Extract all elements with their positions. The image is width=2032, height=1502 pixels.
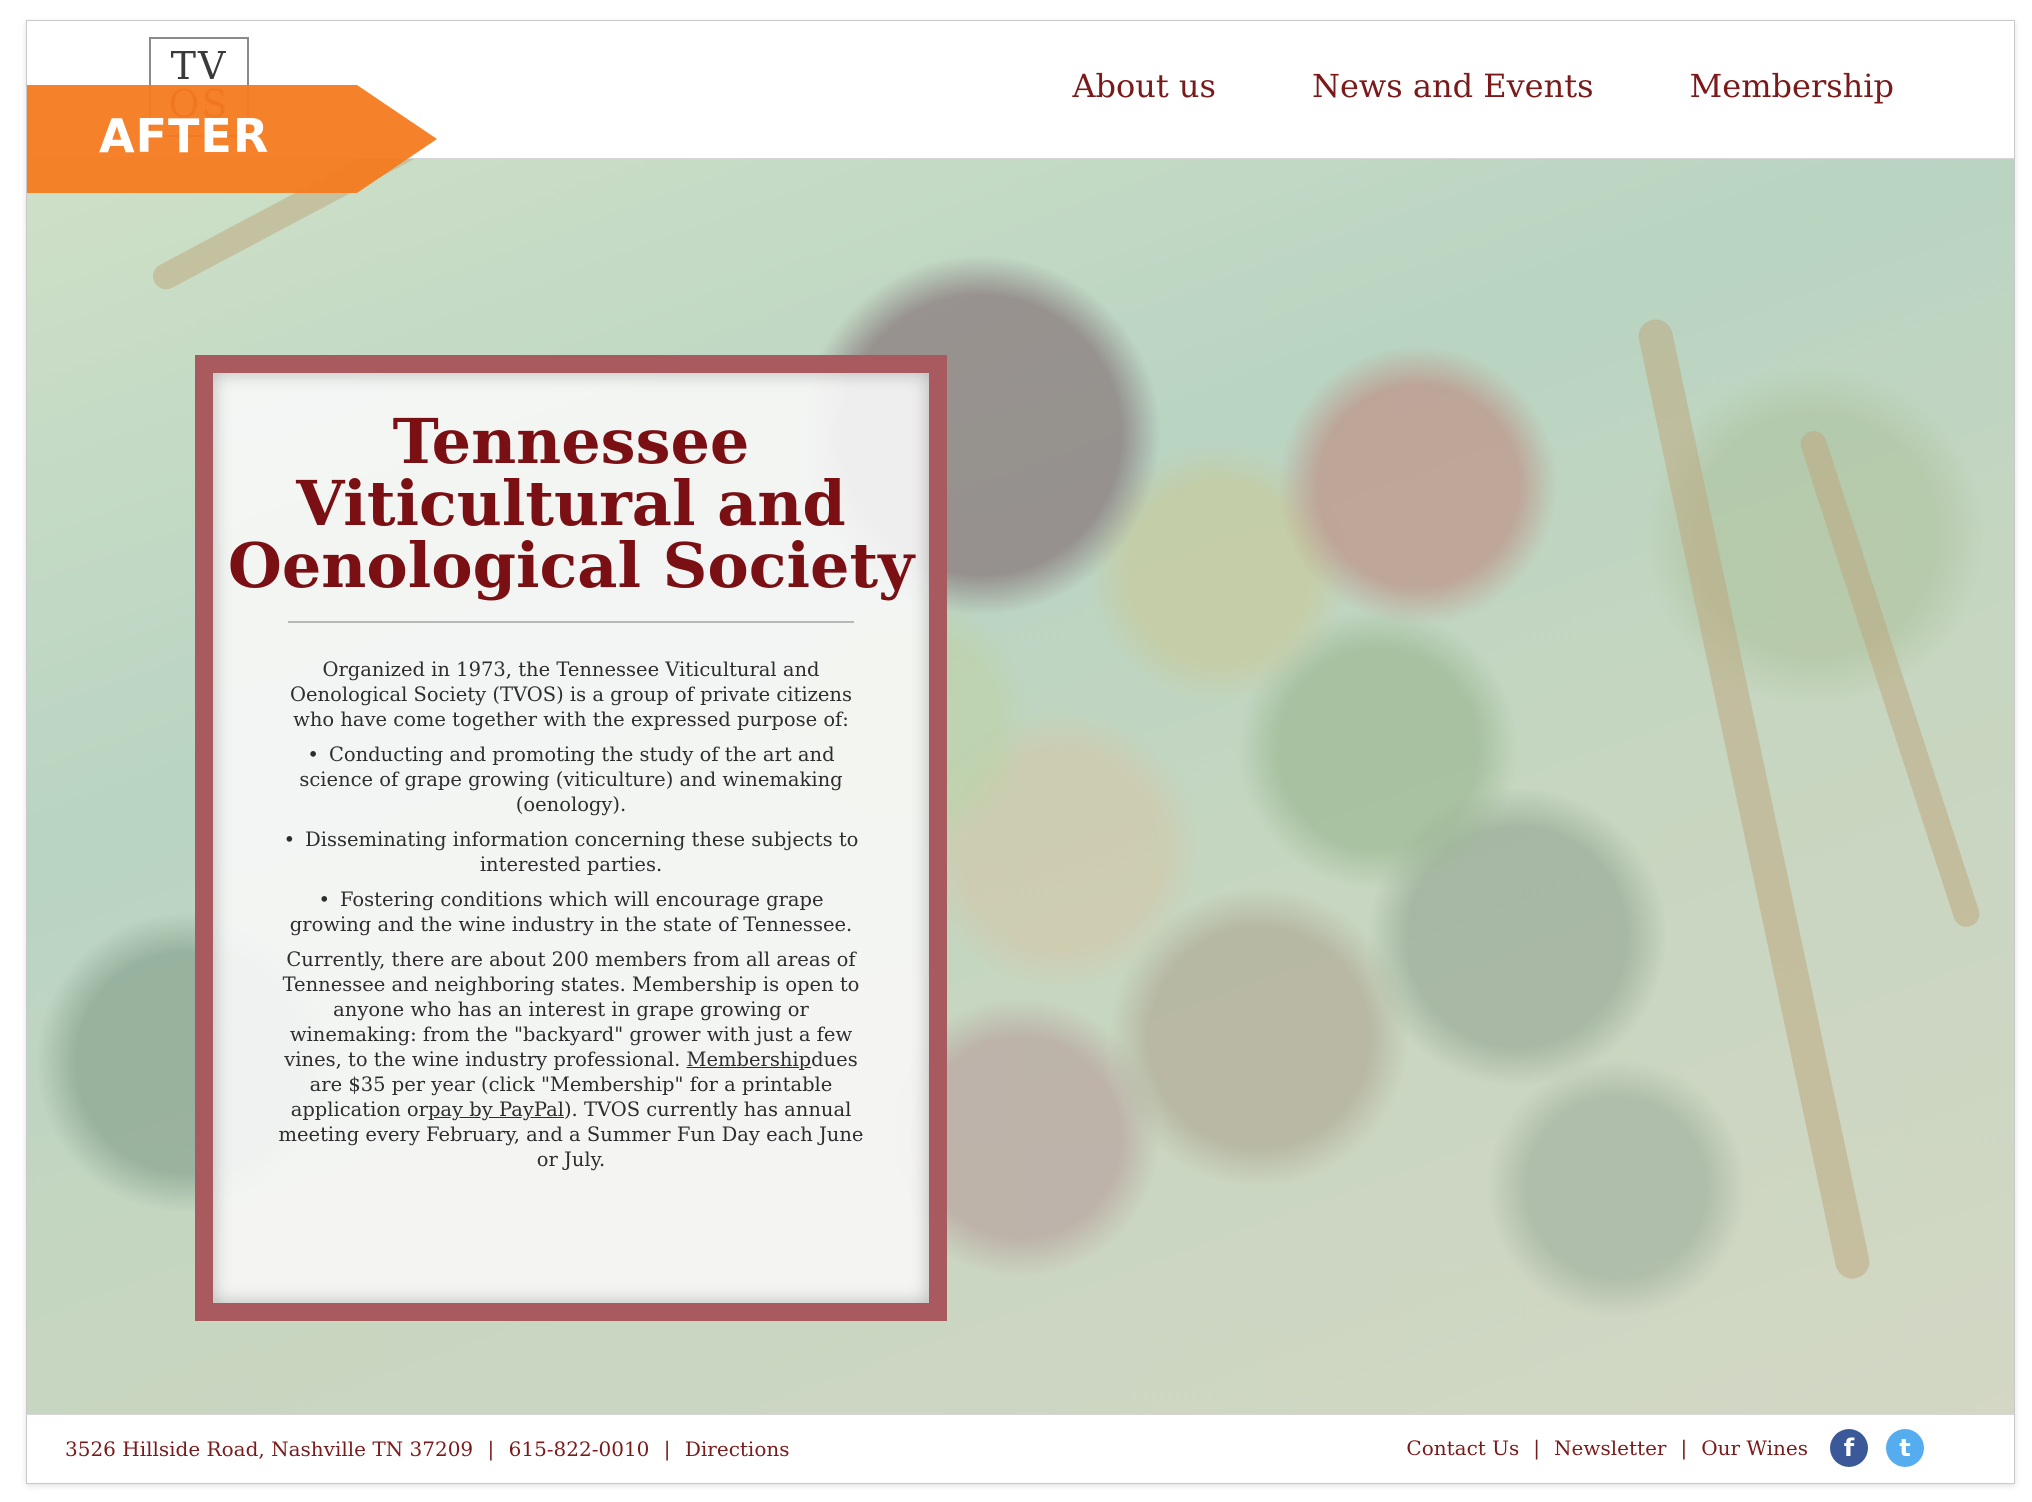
facebook-icon[interactable]: f <box>1830 1429 1868 1467</box>
about-content-box: Tennessee Viticultural and Oenological S… <box>195 355 947 1321</box>
paypal-link[interactable]: pay by PayPal <box>428 1098 564 1121</box>
after-label: AFTER <box>99 109 270 163</box>
membership-link[interactable]: Membership <box>686 1048 811 1071</box>
footer-our-wines-link[interactable]: Our Wines <box>1701 1436 1808 1460</box>
hero-grapes-background: Tennessee Viticultural and Oenological S… <box>27 159 2014 1414</box>
footer-contact-us-link[interactable]: Contact Us <box>1406 1436 1519 1460</box>
bullet-mark: • <box>318 888 330 911</box>
footer-contact-info: 3526 Hillside Road, Nashville TN 37209 |… <box>65 1437 790 1461</box>
title-divider <box>288 621 854 623</box>
footer-separator: | <box>1533 1436 1541 1460</box>
bullet-text: Fostering conditions which will encourag… <box>289 888 853 936</box>
bullet-mark: • <box>307 743 319 766</box>
list-item: • Disseminating information concerning th… <box>283 827 859 877</box>
footer-separator: | <box>1680 1436 1688 1460</box>
logo-line-1: TV <box>170 44 228 88</box>
after-ribbon: AFTER <box>27 85 437 193</box>
bullet-text: Conducting and promoting the study of th… <box>299 743 843 816</box>
about-text: Organized in 1973, the Tennessee Viticul… <box>213 657 929 1172</box>
nav-membership[interactable]: Membership <box>1689 67 1894 105</box>
bullet-mark: • <box>283 828 296 851</box>
membership-paragraph: Currently, there are about 200 members f… <box>273 947 869 1172</box>
twitter-icon[interactable]: t <box>1886 1429 1924 1467</box>
nav-news-and-events[interactable]: News and Events <box>1312 67 1594 105</box>
footer-separator: | <box>663 1437 671 1461</box>
browser-page: TV OS About us News and Events Membershi… <box>26 20 2015 1484</box>
list-item: • Fostering conditions which will encoura… <box>283 887 859 937</box>
society-title: Tennessee Viticultural and Oenological S… <box>227 405 915 602</box>
footer-separator: | <box>487 1437 495 1461</box>
list-item: • Conducting and promoting the study of t… <box>283 742 859 817</box>
footer-address: 3526 Hillside Road, Nashville TN 37209 <box>65 1437 474 1461</box>
bullet-text: Disseminating information concerning the… <box>305 828 859 876</box>
footer-links: Contact Us | Newsletter | Our Wines f t <box>1406 1429 1924 1467</box>
main-nav: About us News and Events Membership <box>1072 67 1894 105</box>
footer-directions-link[interactable]: Directions <box>685 1437 790 1461</box>
footer-phone-link[interactable]: 615-822-0010 <box>509 1437 650 1461</box>
vine-trunk <box>1635 316 1873 1282</box>
footer-newsletter-link[interactable]: Newsletter <box>1554 1436 1666 1460</box>
intro-paragraph: Organized in 1973, the Tennessee Viticul… <box>290 658 852 731</box>
vine-branch <box>1797 427 1983 931</box>
purpose-list: • Conducting and promoting the study of t… <box>273 742 869 937</box>
site-footer: 3526 Hillside Road, Nashville TN 37209 |… <box>27 1414 2014 1483</box>
nav-about-us[interactable]: About us <box>1072 67 1216 105</box>
